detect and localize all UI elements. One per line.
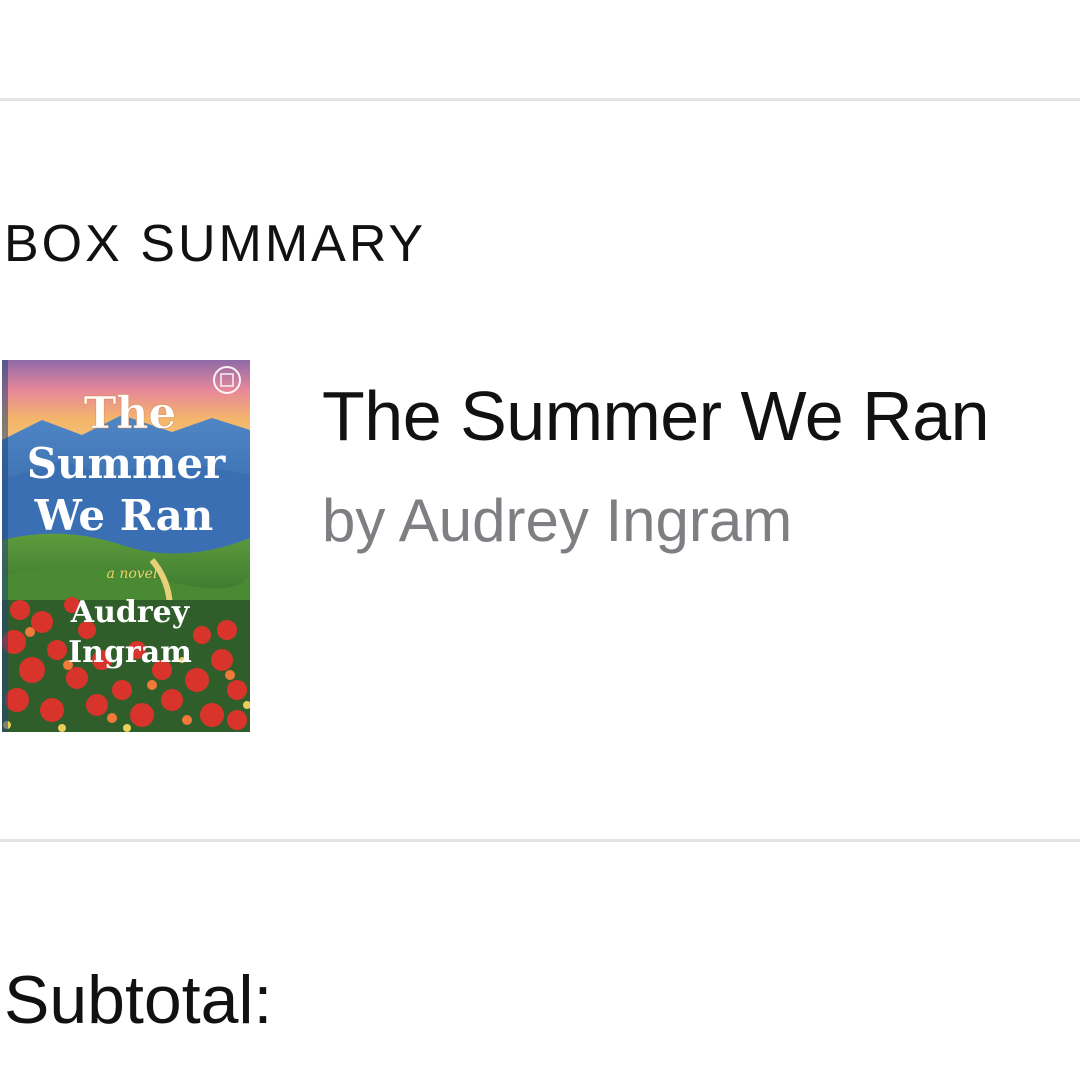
book-author: by Audrey Ingram [322, 487, 793, 554]
svg-text:Audrey: Audrey [70, 595, 191, 630]
bottom-divider [0, 839, 1080, 842]
box-summary-page: BOX SUMMARY The Summer We Ran a novel Au… [0, 0, 1080, 1080]
cover-spine-shadow [2, 360, 8, 732]
svg-text:Summer: Summer [27, 439, 226, 488]
book-cover-image[interactable]: The Summer We Ran a novel Audrey Ingram [2, 360, 250, 732]
book-title[interactable]: The Summer We Ran [322, 378, 990, 455]
svg-text:a novel: a novel [107, 566, 158, 582]
box-item[interactable]: The Summer We Ran a novel Audrey Ingram … [0, 360, 1080, 732]
top-divider [0, 98, 1080, 101]
svg-text:We Ran: We Ran [34, 491, 214, 540]
svg-text:The: The [84, 388, 177, 439]
section-heading: BOX SUMMARY [4, 215, 427, 273]
subtotal-label: Subtotal: [4, 962, 273, 1038]
book-cover-art: The Summer We Ran a novel Audrey Ingram [2, 360, 250, 732]
svg-text:Ingram: Ingram [68, 635, 192, 670]
